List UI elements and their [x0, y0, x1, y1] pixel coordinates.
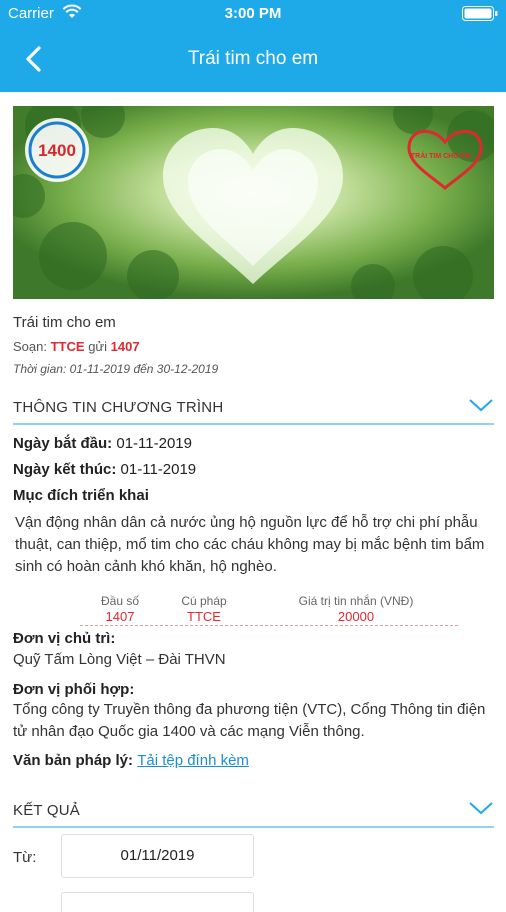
partner-label: Đơn vị phối hợp:: [13, 681, 135, 698]
purpose-label: Mục đích triển khai: [13, 487, 149, 504]
syntax-code: TTCE: [50, 339, 85, 354]
chevron-down-icon[interactable]: [468, 395, 494, 415]
section-header-results[interactable]: KẾT QUẢ: [13, 796, 494, 828]
section-header-program-info[interactable]: THÔNG TIN CHƯƠNG TRÌNH: [13, 393, 494, 425]
partner-value: Tổng công ty Truyền thông đa phương tiện…: [13, 701, 486, 740]
banner-logo-right: TRÁI TIM CHO EM: [411, 151, 471, 160]
status-bar: Carrier 3:00 PM: [0, 0, 506, 28]
host-value: Quỹ Tấm Lòng Việt – Đài THVN: [13, 651, 226, 668]
chevron-down-icon[interactable]: [468, 798, 494, 818]
program-banner-image: 1400 TRÁI TIM CHO EM: [13, 106, 494, 299]
navigation-bar: Trái tim cho em: [0, 28, 506, 92]
stat-short-code: Đầu số 1407: [100, 594, 140, 624]
end-date-value: 01-11-2019: [120, 461, 197, 478]
start-date-value: 01-11-2019: [116, 435, 192, 452]
start-date-row: Ngày bắt đầu: 01-11-2019: [13, 435, 192, 452]
banner-logo-left: 1400: [38, 141, 76, 160]
battery-icon: [462, 6, 498, 21]
host-label: Đơn vị chủ trì:: [13, 630, 116, 647]
sms-syntax: Soạn: TTCE gửi 1407: [13, 339, 140, 354]
purpose-text: Vận động nhân dân cả nước ủng hộ nguồn l…: [15, 514, 485, 575]
program-name: Trái tim cho em: [13, 314, 116, 331]
legal-docs-row: Văn bản pháp lý: Tải tệp đính kèm: [13, 752, 249, 769]
clock-time: 3:00 PM: [224, 5, 282, 22]
from-date-field[interactable]: 01/11/2019: [61, 834, 254, 878]
sms-stats: Đầu số 1407 Cú pháp TTCE Giá trị tin nhắ…: [80, 594, 460, 626]
stat-message-value: Giá trị tin nhắn (VNĐ) 20000: [298, 594, 414, 624]
section-title: KẾT QUẢ: [13, 802, 80, 819]
download-attachment-link[interactable]: Tải tệp đính kèm: [137, 752, 249, 769]
program-period: Thời gian: 01-11-2019 đến 30-12-2019: [13, 362, 219, 376]
end-date-row: Ngày kết thúc: 01-11-2019: [13, 461, 197, 478]
section-title: THÔNG TIN CHƯƠNG TRÌNH: [13, 399, 224, 416]
to-date-field[interactable]: [61, 892, 254, 912]
from-label: Từ:: [13, 849, 37, 866]
divider: [80, 625, 458, 626]
syntax-number: 1407: [110, 339, 140, 354]
program-detail: 1400 TRÁI TIM CHO EM Trái tim cho em Soạ…: [0, 92, 506, 912]
page-title: Trái tim cho em: [187, 48, 319, 69]
stat-syntax: Cú pháp TTCE: [181, 594, 227, 624]
